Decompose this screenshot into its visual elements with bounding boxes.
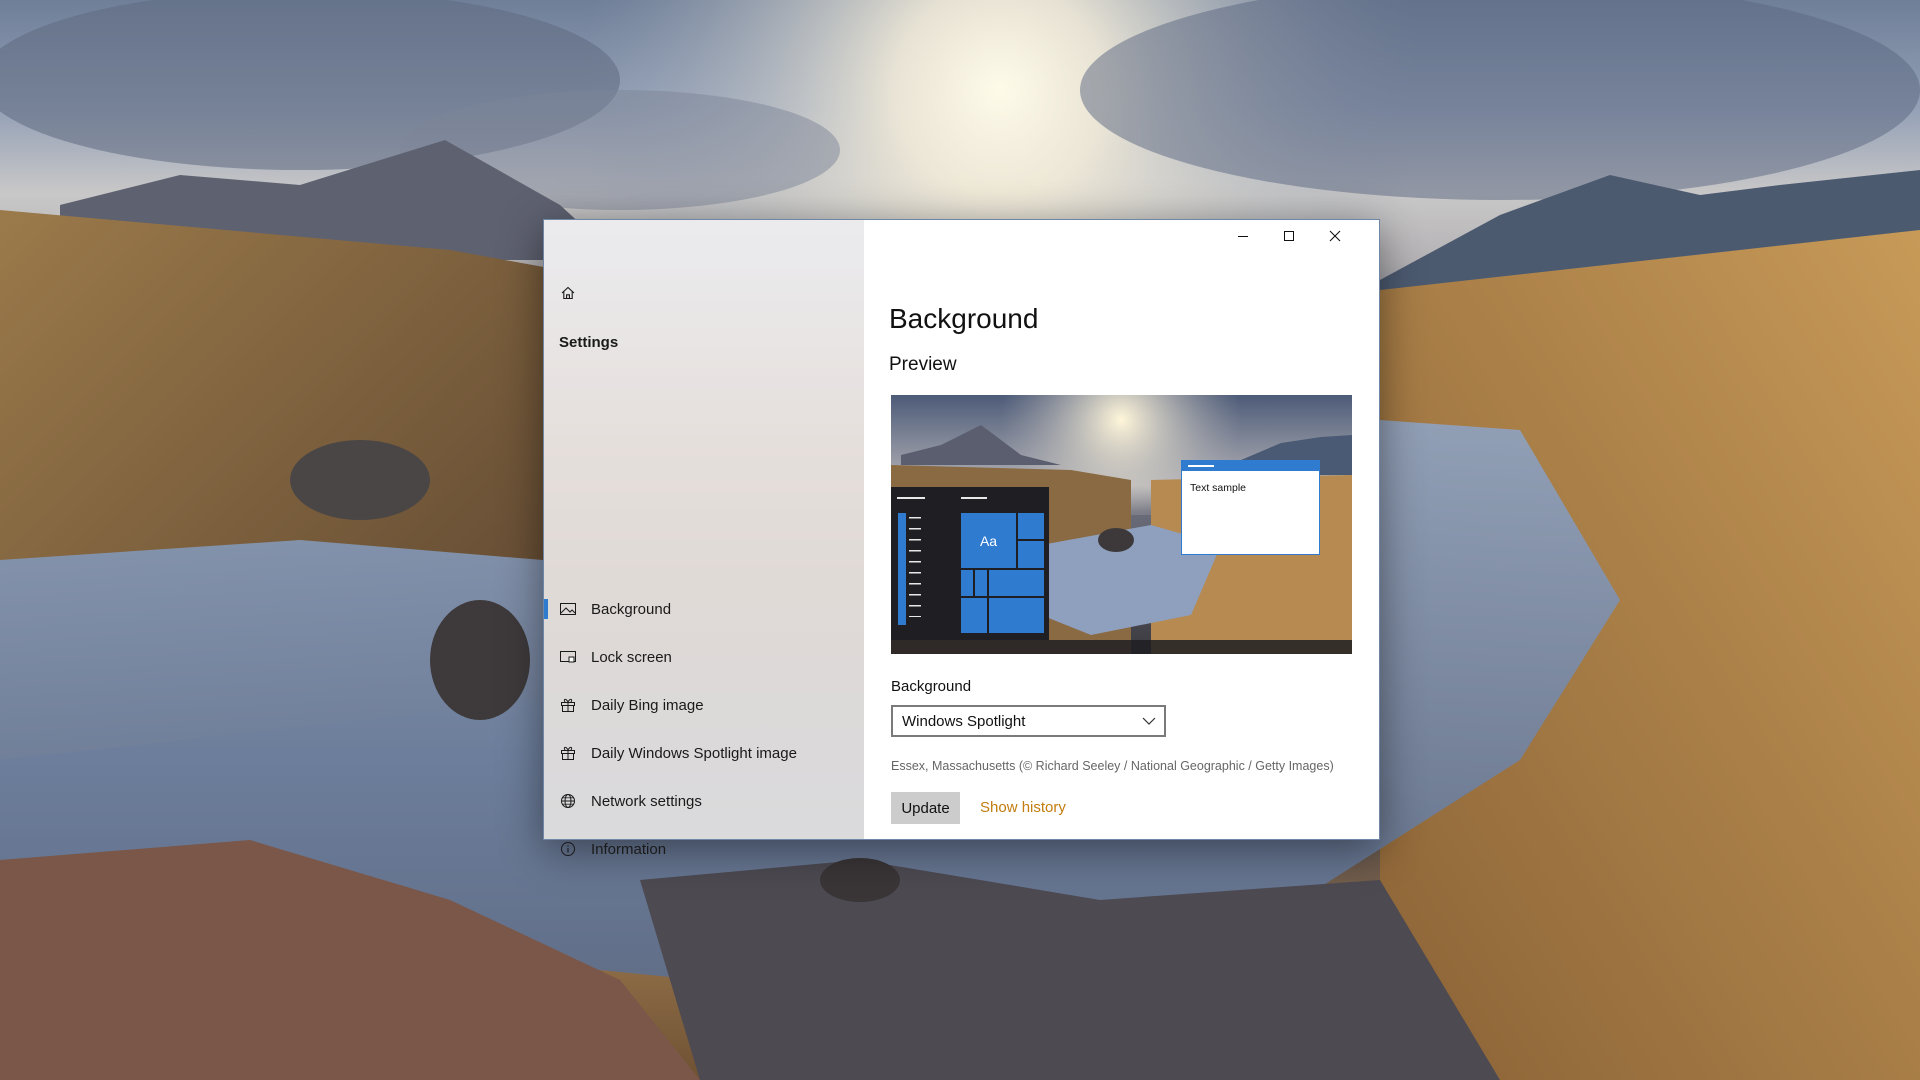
sidebar: Settings Background Lock screen Daily Bi…	[544, 220, 864, 858]
image-credit: Essex, Massachusetts (© Richard Seeley /…	[891, 759, 1334, 773]
info-icon	[559, 840, 577, 858]
sidebar-item-background[interactable]: Background	[544, 589, 864, 629]
globe-icon	[559, 792, 577, 810]
close-icon	[1329, 230, 1341, 242]
preview-tiles: Aa	[961, 513, 1046, 640]
preview-window: Text sample	[1181, 460, 1320, 555]
minimize-button[interactable]	[1220, 220, 1266, 252]
page-title: Background	[889, 303, 1039, 334]
sidebar-item-label: Information	[591, 840, 667, 858]
home-button[interactable]	[556, 283, 580, 303]
update-button[interactable]: Update	[891, 792, 960, 824]
sidebar-item-daily-spotlight-image[interactable]: Daily Windows Spotlight image	[544, 733, 864, 773]
sidebar-item-label: Daily Windows Spotlight image	[591, 744, 797, 762]
preview-heading: Preview	[889, 354, 957, 375]
gift-icon	[559, 744, 577, 762]
close-button[interactable]	[1312, 220, 1358, 252]
background-dropdown-value: Windows Spotlight	[902, 713, 1026, 730]
minimize-icon	[1238, 236, 1248, 237]
preview-start-menu: Aa	[891, 487, 1049, 640]
content-pane: Background Preview Aa Text sample Backgr…	[864, 220, 1379, 839]
background-dropdown[interactable]: Windows Spotlight	[891, 705, 1166, 737]
lock-screen-icon	[559, 648, 577, 666]
sidebar-item-label: Background	[591, 600, 672, 618]
background-label: Background	[891, 678, 972, 695]
home-icon	[561, 286, 575, 300]
sidebar-item-label: Lock screen	[591, 648, 672, 666]
show-history-link[interactable]: Show history	[980, 799, 1066, 816]
preview-window-text: Text sample	[1190, 482, 1247, 494]
sidebar-item-label: Daily Bing image	[591, 696, 704, 714]
preview-tile-label: Aa	[961, 513, 1016, 568]
sidebar-item-label: Network settings	[591, 792, 702, 810]
sidebar-item-network-settings[interactable]: Network settings	[544, 781, 864, 821]
sidebar-item-information[interactable]: Information	[544, 829, 864, 869]
maximize-icon	[1284, 231, 1294, 241]
chevron-down-icon	[1142, 717, 1156, 725]
background-preview: Aa Text sample	[891, 395, 1352, 654]
sidebar-item-daily-bing-image[interactable]: Daily Bing image	[544, 685, 864, 725]
image-icon	[559, 600, 577, 618]
gift-icon	[559, 696, 577, 714]
settings-window: Settings Background Lock screen Daily Bi…	[543, 219, 1380, 858]
maximize-button[interactable]	[1266, 220, 1312, 252]
sidebar-title: Settings	[559, 334, 619, 351]
sidebar-item-lock-screen[interactable]: Lock screen	[544, 637, 864, 677]
